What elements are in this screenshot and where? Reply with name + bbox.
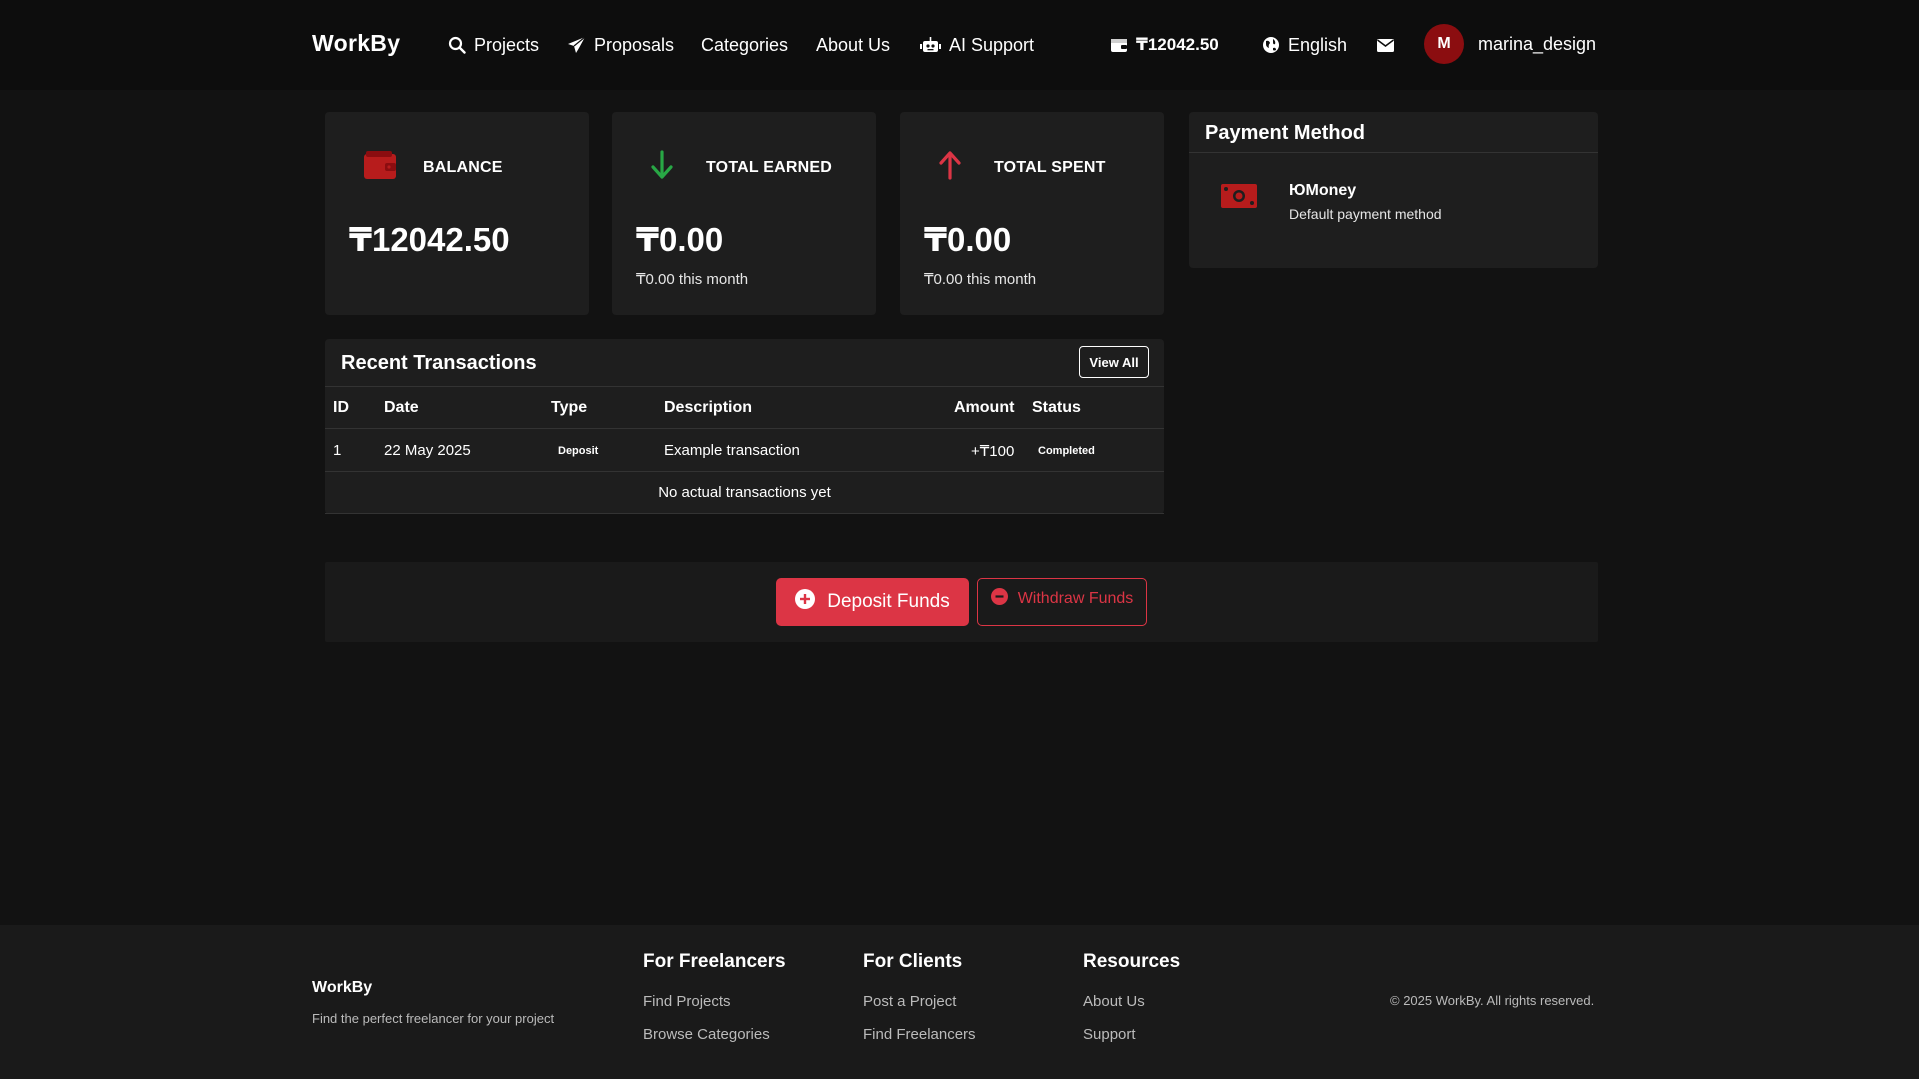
view-all-button[interactable]: View All xyxy=(1079,346,1149,378)
divider xyxy=(325,513,1164,514)
total-spent-header: TOTAL SPENT xyxy=(938,150,1106,185)
balance-value: ₸12042.50 xyxy=(349,221,510,258)
recent-transactions-card: Recent Transactions View All ID Date Typ… xyxy=(325,339,1164,514)
footer-freelancers-title: For Freelancers xyxy=(643,951,786,972)
withdraw-funds-button[interactable]: Withdraw Funds xyxy=(977,578,1147,626)
envelope-icon xyxy=(1377,38,1394,52)
nav-proposals-label: Proposals xyxy=(594,34,675,55)
nav-proposals[interactable]: Proposals xyxy=(567,33,674,57)
footer-link-find-freelancers[interactable]: Find Freelancers xyxy=(863,1026,976,1043)
empty-transactions-message: No actual transactions yet xyxy=(658,484,831,501)
transactions-title: Recent Transactions xyxy=(341,352,537,374)
row-date: 22 May 2025 xyxy=(384,442,471,459)
nav-projects[interactable]: Projects xyxy=(448,33,539,57)
total-earned-label: TOTAL EARNED xyxy=(706,158,832,176)
deposit-funds-label: Deposit Funds xyxy=(827,591,950,612)
plus-circle-icon xyxy=(795,589,816,615)
minus-circle-icon xyxy=(990,588,1008,610)
divider xyxy=(325,386,1164,387)
total-spent-card: TOTAL SPENT ₸0.00 ₸0.00 this month xyxy=(900,112,1164,315)
footer-link-support[interactable]: Support xyxy=(1083,1026,1136,1043)
language-selector[interactable]: English xyxy=(1262,33,1347,57)
footer-clients-title: For Clients xyxy=(863,951,963,972)
brand-logo[interactable]: WorkBy xyxy=(312,30,400,57)
search-icon xyxy=(448,36,466,54)
nav-categories-label: Categories xyxy=(701,34,789,55)
footer-tagline: Find the perfect freelancer for your pro… xyxy=(312,1011,555,1026)
col-type: Type xyxy=(551,399,588,416)
robot-icon xyxy=(920,36,941,54)
total-earned-value: ₸0.00 xyxy=(636,221,724,258)
divider xyxy=(325,428,1164,429)
money-bill-icon xyxy=(1221,184,1257,213)
col-description: Description xyxy=(664,399,753,416)
total-spent-label: TOTAL SPENT xyxy=(994,158,1106,176)
total-spent-value: ₸0.00 xyxy=(924,221,1012,258)
arrow-down-icon xyxy=(650,150,674,185)
paper-plane-icon xyxy=(567,36,586,54)
status-badge: Completed xyxy=(1038,445,1095,457)
payment-method-name: ЮMoney xyxy=(1289,182,1357,199)
footer-link-about-us[interactable]: About Us xyxy=(1083,993,1145,1010)
nav-about-us-label: About Us xyxy=(816,34,891,55)
total-earned-header: TOTAL EARNED xyxy=(650,150,832,185)
footer-link-browse-categories[interactable]: Browse Categories xyxy=(643,1026,770,1043)
payment-method-title: Payment Method xyxy=(1189,112,1598,153)
nav-projects-label: Projects xyxy=(474,34,540,55)
username[interactable]: marina_design xyxy=(1478,34,1596,55)
total-earned-card: TOTAL EARNED ₸0.00 ₸0.00 this month xyxy=(612,112,876,315)
user-avatar[interactable]: M xyxy=(1424,24,1464,64)
nav-ai-support-label: AI Support xyxy=(949,34,1035,55)
row-id: 1 xyxy=(333,442,342,459)
balance-card-header: BALANCE xyxy=(363,150,503,185)
globe-icon xyxy=(1262,36,1280,54)
footer-resources-title: Resources xyxy=(1083,951,1181,972)
row-amount: +₸100 xyxy=(971,443,1015,460)
payment-method-description: Default payment method xyxy=(1289,206,1442,222)
col-status: Status xyxy=(1032,399,1081,416)
user-initial: M xyxy=(1437,35,1451,52)
site-footer: WorkBy Find the perfect freelancer for y… xyxy=(0,925,1919,1079)
footer-link-find-projects[interactable]: Find Projects xyxy=(643,993,731,1010)
footer-copyright: © 2025 WorkBy. All rights reserved. xyxy=(1390,993,1595,1008)
top-navbar: WorkBy Projects Proposals Categories Abo… xyxy=(0,0,1919,90)
header-balance-value: ₸12042.50 xyxy=(1136,35,1219,54)
col-amount: Amount xyxy=(954,399,1015,416)
footer-brand: WorkBy xyxy=(312,979,373,996)
funds-action-bar: Deposit Funds Withdraw Funds xyxy=(325,562,1598,642)
withdraw-funds-label: Withdraw Funds xyxy=(1017,590,1134,607)
col-date: Date xyxy=(384,399,419,416)
deposit-funds-button[interactable]: Deposit Funds xyxy=(776,578,969,626)
nav-categories[interactable]: Categories xyxy=(701,33,788,57)
footer-link-post-project[interactable]: Post a Project xyxy=(863,993,956,1010)
nav-ai-support[interactable]: AI Support xyxy=(920,33,1034,57)
balance-card: BALANCE ₸12042.50 xyxy=(325,112,589,315)
wallet-icon xyxy=(1110,37,1128,53)
header-balance[interactable]: ₸12042.50 xyxy=(1110,33,1219,57)
arrow-up-icon xyxy=(938,150,962,185)
row-description: Example transaction xyxy=(664,442,800,459)
balance-label: BALANCE xyxy=(423,158,503,176)
type-badge: Deposit xyxy=(558,445,599,457)
language-label: English xyxy=(1288,34,1348,55)
messages-link[interactable] xyxy=(1377,33,1394,57)
total-spent-month: ₸0.00 this month xyxy=(924,271,1037,288)
payment-method-card: Payment Method ЮMoney Default payment me… xyxy=(1189,112,1598,268)
wallet-icon xyxy=(363,150,397,185)
nav-about-us[interactable]: About Us xyxy=(816,33,890,57)
col-id: ID xyxy=(333,399,349,416)
divider xyxy=(325,471,1164,472)
total-earned-month: ₸0.00 this month xyxy=(636,271,749,288)
